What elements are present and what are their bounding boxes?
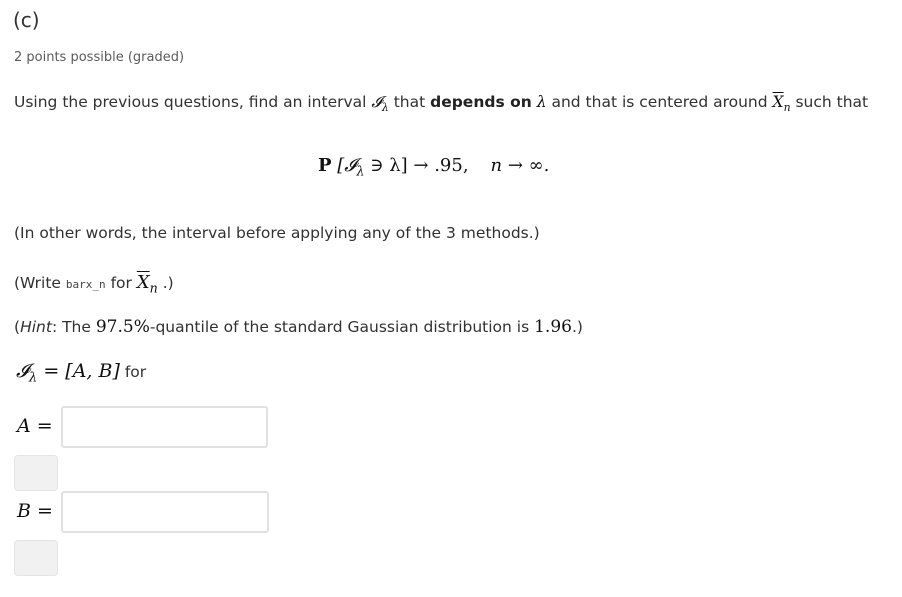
answer-a-input[interactable] xyxy=(61,406,268,448)
equation-n-limit: n → ∞. xyxy=(490,155,550,176)
interval-def-for: for xyxy=(119,363,147,381)
question-that: that xyxy=(388,93,431,111)
interval-definition: 𝓘λ = [A, B] for xyxy=(16,360,146,386)
hint-label: Hint xyxy=(20,318,52,336)
note-other-words: (In other words, the interval before app… xyxy=(14,224,540,242)
part-label: (c) xyxy=(13,8,40,32)
hint-text1: : The xyxy=(51,318,96,336)
answer-a-status xyxy=(14,455,58,491)
equation-interval: [𝓘λ xyxy=(337,155,365,179)
note-write: (Write barx_n for Xn .) xyxy=(14,272,174,295)
points-possible: 2 points possible (graded) xyxy=(14,50,185,65)
answer-a-label: A = xyxy=(17,415,53,437)
hint-close: .) xyxy=(571,318,583,336)
hint-text: (Hint: The 97.5%-quantile of the standar… xyxy=(14,317,583,337)
hint-quantile: 97.5% xyxy=(95,317,150,337)
question-text: Using the previous questions, find an in… xyxy=(14,93,868,114)
hint-text2: -quantile of the standard Gaussian distr… xyxy=(149,318,535,336)
xbar-symbol-note: Xn xyxy=(136,272,158,296)
note-write-prefix: (Write xyxy=(14,274,66,292)
question-such-that: such that xyxy=(790,93,869,111)
hint-value: 1.96 xyxy=(534,317,572,337)
xbar-symbol: Xn xyxy=(772,93,791,114)
question-intro: Using the previous questions, find an in… xyxy=(14,93,372,111)
prob-symbol: P xyxy=(318,155,332,176)
note-write-suffix: .) xyxy=(157,274,174,292)
question-centered: and that is centered around xyxy=(546,93,773,111)
note-write-mid: for xyxy=(105,274,137,292)
answer-b-status xyxy=(14,540,58,576)
answer-b-label: B = xyxy=(17,500,53,522)
code-barx-n: barx_n xyxy=(65,278,106,291)
interval-def-symbol: 𝓘λ xyxy=(16,360,38,386)
display-equation: P [𝓘λ ∋ λ] → .95, n → ∞. xyxy=(318,155,549,178)
answer-b-input[interactable] xyxy=(61,491,269,533)
depends-on-emphasis: depends on xyxy=(430,93,532,111)
lambda-symbol: λ xyxy=(531,93,547,111)
interval-def-eq: = [A, B] xyxy=(37,360,120,382)
equation-limit: ∋ λ] → .95, xyxy=(364,155,469,176)
interval-symbol: 𝓘λ xyxy=(371,93,389,114)
